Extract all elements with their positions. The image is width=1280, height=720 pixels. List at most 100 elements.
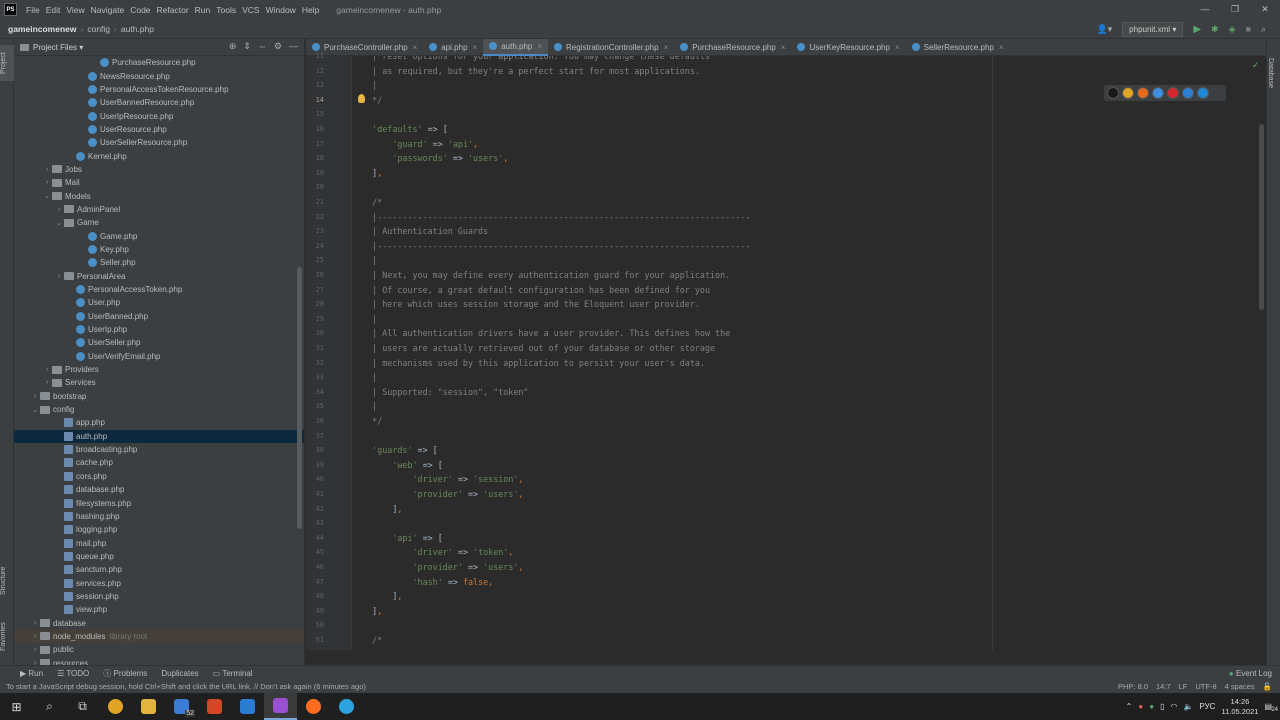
code-line[interactable]: 'api' => [ xyxy=(352,531,442,546)
menu-edit[interactable]: Edit xyxy=(43,5,64,15)
close-tab-icon[interactable]: × xyxy=(664,43,669,52)
code-line[interactable]: | xyxy=(352,253,377,268)
editor-tab[interactable]: api.php × xyxy=(423,39,483,56)
notifications-icon[interactable]: ▤ 24 xyxy=(1264,702,1278,713)
tree-file[interactable]: UserSellerResource.php xyxy=(14,136,304,149)
tray-app-icon[interactable]: ● xyxy=(1138,702,1143,711)
chevron-right-icon[interactable]: › xyxy=(30,633,40,640)
search-icon[interactable]: ⌕ xyxy=(1261,24,1266,35)
tree-folder[interactable]: › node_modules library root xyxy=(14,629,304,644)
minimize-button[interactable]: — xyxy=(1190,0,1220,19)
code-line[interactable]: 'passwords' => 'users', xyxy=(352,151,508,166)
code-line[interactable]: */ xyxy=(352,414,382,429)
tree-file[interactable]: sanctum.php xyxy=(14,563,304,576)
menu-file[interactable]: File xyxy=(23,5,43,15)
code-line[interactable]: 'driver' => 'token', xyxy=(352,545,514,560)
code-line[interactable]: 'driver' => 'session', xyxy=(352,472,524,487)
editor-scrollbar[interactable] xyxy=(1259,124,1264,310)
code-line[interactable]: | as required, but they're a perfect sta… xyxy=(352,64,700,79)
user-icon[interactable]: 👤▾ xyxy=(1096,24,1112,35)
tree-file[interactable]: queue.php xyxy=(14,550,304,563)
run-tool-button[interactable]: ▶ Run xyxy=(20,669,43,678)
code-line[interactable]: | users are actually retrieved out of yo… xyxy=(352,341,715,356)
tree-folder[interactable]: › database xyxy=(14,616,304,629)
editor-tab[interactable]: RegistrationController.php × xyxy=(548,39,674,56)
tree-file[interactable]: database.php xyxy=(14,483,304,496)
terminal-tool-button[interactable]: ▭ Terminal xyxy=(213,669,253,678)
explorer-taskbar-icon[interactable] xyxy=(132,693,165,720)
tree-folder[interactable]: › Mail xyxy=(14,176,304,189)
tree-file[interactable]: auth.php xyxy=(14,429,304,443)
run-icon[interactable]: ▶ xyxy=(1193,24,1201,35)
task-view-icon[interactable]: ⧉ xyxy=(66,693,99,720)
telegram-taskbar-icon[interactable] xyxy=(330,693,363,720)
tree-file[interactable]: services.php xyxy=(14,576,304,589)
duplicates-tool-button[interactable]: Duplicates xyxy=(161,669,198,678)
chevron-right-icon[interactable]: › xyxy=(30,620,40,627)
safari-icon[interactable] xyxy=(1152,87,1164,99)
wifi-icon[interactable]: ◠ xyxy=(1170,702,1177,711)
code-editor[interactable]: | reset options for your application. Yo… xyxy=(352,56,1266,650)
tree-file[interactable]: UserBanned.php xyxy=(14,310,304,323)
ie-icon[interactable] xyxy=(1182,87,1194,99)
tree-file[interactable]: UserIp.php xyxy=(14,323,304,336)
coverage-icon[interactable]: ◈ xyxy=(1229,24,1236,35)
tree-file[interactable]: UserIpResource.php xyxy=(14,109,304,122)
project-panel-title[interactable]: Project Files xyxy=(33,43,77,52)
firefox-taskbar-icon[interactable] xyxy=(297,693,330,720)
lightbulb-icon[interactable] xyxy=(358,94,365,103)
code-line[interactable]: 'web' => [ xyxy=(352,458,442,473)
maximize-button[interactable]: ❐ xyxy=(1220,0,1250,19)
opera-icon[interactable] xyxy=(1167,87,1179,99)
tray-app-icon[interactable]: ● xyxy=(1149,702,1154,711)
menu-help[interactable]: Help xyxy=(299,5,322,15)
code-line[interactable]: | Next, you may define every authenticat… xyxy=(352,268,730,283)
tree-file[interactable]: filesystems.php xyxy=(14,496,304,509)
editor-tab[interactable]: PurchaseResource.php × xyxy=(674,39,791,56)
code-line[interactable]: | Authentication Guards xyxy=(352,224,488,239)
tree-file[interactable]: User.php xyxy=(14,296,304,309)
code-line[interactable]: | xyxy=(352,370,377,385)
tray-expand-icon[interactable]: ⌃ xyxy=(1126,702,1133,711)
project-scrollbar[interactable] xyxy=(297,267,302,529)
chrome-taskbar-icon[interactable] xyxy=(99,693,132,720)
tree-file[interactable]: PersonalAccessToken.php xyxy=(14,283,304,296)
close-tab-icon[interactable]: × xyxy=(537,42,542,51)
code-line[interactable]: /* xyxy=(352,633,382,648)
settings-gear-icon[interactable]: ⚙ xyxy=(274,41,282,52)
code-line[interactable]: | xyxy=(352,78,377,93)
store-taskbar-icon[interactable]: 52 xyxy=(165,693,198,720)
tree-file[interactable]: NewsResource.php xyxy=(14,69,304,82)
code-line[interactable]: | All authentication drivers have a user… xyxy=(352,326,730,341)
code-line[interactable]: | reset options for your application. Yo… xyxy=(352,56,710,64)
status-message[interactable]: To start a JavaScript debug session, hol… xyxy=(6,682,366,691)
menu-view[interactable]: View xyxy=(63,5,87,15)
tree-file[interactable]: cors.php xyxy=(14,470,304,483)
chrome-icon[interactable] xyxy=(1122,87,1134,99)
tree-folder[interactable]: › Services xyxy=(14,376,304,389)
chevron-down-icon[interactable]: ⌄ xyxy=(30,406,40,414)
database-tool-tab[interactable]: Database xyxy=(1267,53,1280,93)
clock[interactable]: 14:26 11.05.2021 xyxy=(1221,697,1258,717)
code-line[interactable]: | mechanisms used by this application to… xyxy=(352,356,705,371)
code-line[interactable]: | Supported: "session", "token" xyxy=(352,385,528,400)
tree-folder[interactable]: › resources xyxy=(14,656,304,665)
chevron-right-icon[interactable]: › xyxy=(42,166,52,173)
project-tool-tab[interactable]: Project xyxy=(0,45,14,81)
code-line[interactable]: 'provider' => 'users', xyxy=(352,560,524,575)
todo-tool-button[interactable]: ☰ TODO xyxy=(57,669,89,678)
cursor-position[interactable]: 14:7 xyxy=(1156,682,1171,691)
file-encoding[interactable]: UTF-8 xyxy=(1195,682,1216,691)
code-line[interactable]: ], xyxy=(352,589,402,604)
tree-file[interactable]: view.php xyxy=(14,603,304,616)
indent-setting[interactable]: 4 spaces xyxy=(1225,682,1255,691)
breadcrumb-project[interactable]: gameincomenew xyxy=(0,24,81,34)
menu-window[interactable]: Window xyxy=(263,5,299,15)
tree-file[interactable]: UserSeller.php xyxy=(14,336,304,349)
close-tab-icon[interactable]: × xyxy=(781,43,786,52)
office-taskbar-icon[interactable] xyxy=(198,693,231,720)
line-separator[interactable]: LF xyxy=(1179,682,1188,691)
tree-folder[interactable]: › PersonalArea xyxy=(14,270,304,283)
locate-icon[interactable]: ⊕ xyxy=(229,41,237,52)
tree-file[interactable]: app.php xyxy=(14,416,304,429)
